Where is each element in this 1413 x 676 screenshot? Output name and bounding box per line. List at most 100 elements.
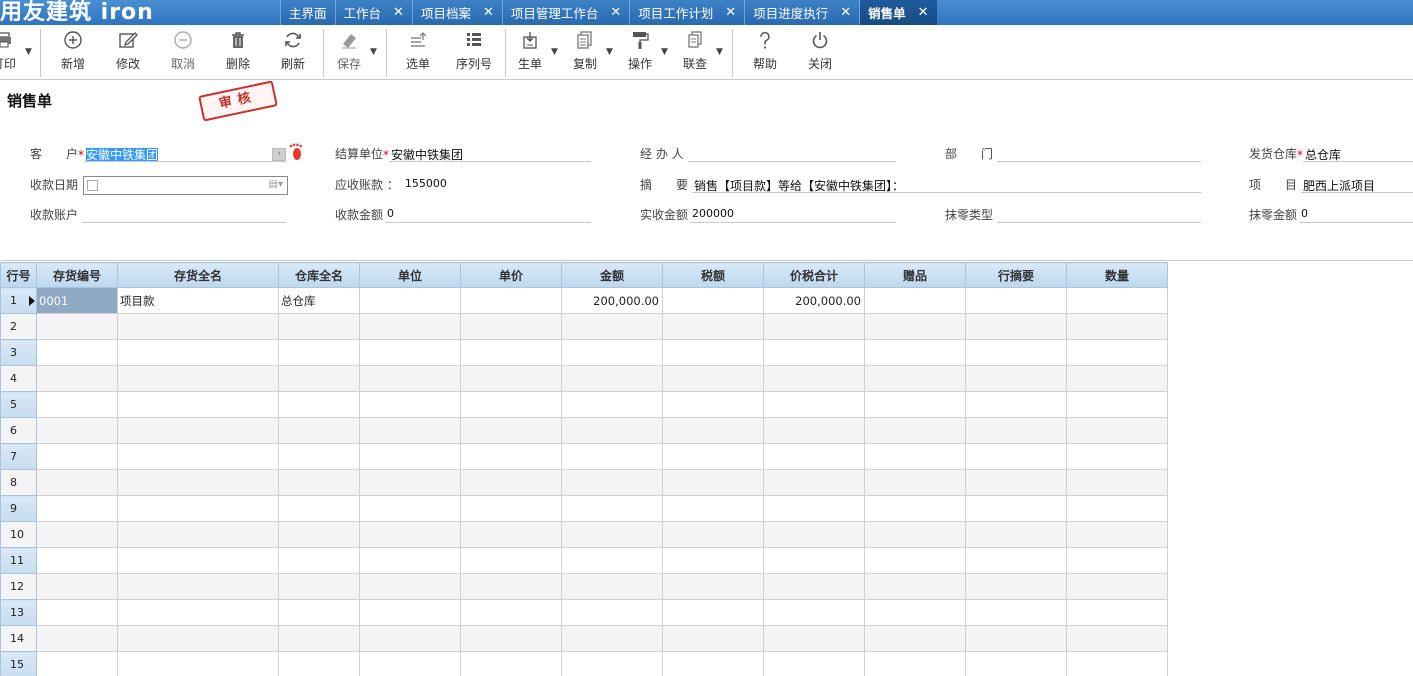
table-row[interactable]: 13 [0, 599, 1168, 626]
tab-1[interactable]: 工作台 ✕ [334, 0, 412, 25]
table-row[interactable]: 11 [0, 547, 1168, 574]
copy-button[interactable]: 复制 [567, 25, 603, 80]
serial-number-button[interactable]: 序列号 [452, 25, 496, 80]
cancel-button[interactable]: 取消 [165, 25, 201, 80]
grid-cell[interactable] [561, 573, 663, 600]
handler-field[interactable]: 经 办 人 [640, 144, 896, 162]
grid-cell[interactable] [359, 495, 461, 522]
grid-cell[interactable] [561, 651, 663, 676]
grid-cell[interactable] [662, 625, 764, 652]
generate-order-button[interactable]: 生单 [512, 25, 548, 80]
grid-cell[interactable] [460, 443, 562, 470]
grid-cell[interactable]: 200,000.00 [561, 287, 663, 314]
grid-cell[interactable] [662, 313, 764, 340]
lookup-icon[interactable]: › [272, 148, 286, 161]
table-row[interactable]: 15 [0, 651, 1168, 676]
grid-cell[interactable] [278, 495, 360, 522]
column-header[interactable]: 税额 [662, 262, 764, 288]
grid-cell[interactable] [763, 443, 865, 470]
grid-cell[interactable] [36, 573, 118, 600]
grid-cell[interactable] [359, 443, 461, 470]
tab-4[interactable]: 项目工作计划 ✕ [629, 0, 745, 25]
handler-input[interactable] [687, 146, 896, 162]
grid-cell[interactable] [662, 651, 764, 676]
grid-cell[interactable] [965, 365, 1067, 392]
grid-cell[interactable] [460, 469, 562, 496]
grid-cell[interactable] [561, 313, 663, 340]
warehouse-field[interactable]: 发货仓库 * 总仓库 [1249, 144, 1413, 162]
grid-cell[interactable] [965, 391, 1067, 418]
grid-cell[interactable] [662, 391, 764, 418]
column-header[interactable]: 单位 [359, 262, 461, 288]
grid-cell[interactable] [864, 339, 966, 366]
grid-cell[interactable] [1066, 287, 1168, 314]
grid-cell[interactable] [763, 547, 865, 574]
grid-cell[interactable] [864, 521, 966, 548]
grid-cell[interactable] [662, 287, 764, 314]
grid-cell[interactable] [117, 573, 279, 600]
grid-cell[interactable] [117, 469, 279, 496]
grid-cell[interactable] [278, 443, 360, 470]
close-button[interactable]: 关闭 [802, 25, 838, 80]
tab-5[interactable]: 项目进度执行 ✕ [744, 0, 860, 25]
grid-cell[interactable] [1066, 391, 1168, 418]
grid-cell[interactable] [278, 339, 360, 366]
grid-cell[interactable] [763, 365, 865, 392]
grid-cell[interactable]: 0001 [36, 287, 118, 314]
grid-cell[interactable] [965, 573, 1067, 600]
grid-cell[interactable] [278, 313, 360, 340]
column-header[interactable]: 存货编号 [36, 262, 118, 288]
grid-cell[interactable] [460, 495, 562, 522]
grid-cell[interactable] [763, 625, 865, 652]
column-header[interactable]: 单价 [460, 262, 562, 288]
warehouse-input[interactable]: 总仓库 [1303, 146, 1413, 162]
grid-cell[interactable] [359, 417, 461, 444]
edit-button[interactable]: 修改 [110, 25, 146, 80]
grid-cell[interactable] [460, 417, 562, 444]
table-row[interactable]: 2 [0, 313, 1168, 340]
grid-cell[interactable] [561, 443, 663, 470]
grid-cell[interactable] [965, 313, 1067, 340]
grid-cell[interactable] [460, 365, 562, 392]
column-header[interactable]: 行号 [0, 262, 37, 288]
grid-cell[interactable] [561, 391, 663, 418]
summary-input[interactable]: 销售【项目款】等给【安徽中铁集团】： [692, 177, 1201, 193]
grid-cell[interactable] [359, 625, 461, 652]
grid-cell[interactable] [359, 391, 461, 418]
grid-cell[interactable] [278, 417, 360, 444]
grid-cell[interactable] [662, 469, 764, 496]
grid-cell[interactable] [1066, 313, 1168, 340]
grid-cell[interactable] [864, 651, 966, 676]
settle-unit-input[interactable]: 安徽中铁集团 [389, 146, 591, 162]
grid-cell[interactable] [278, 651, 360, 676]
date-checkbox[interactable] [87, 180, 98, 191]
table-row[interactable]: 4 [0, 365, 1168, 392]
tab-close-icon[interactable]: ✕ [483, 5, 494, 20]
grid-cell[interactable] [1066, 521, 1168, 548]
column-header[interactable]: 存货全名 [117, 262, 279, 288]
grid-cell[interactable] [359, 287, 461, 314]
grid-cell[interactable] [864, 313, 966, 340]
grid-cell[interactable] [36, 651, 118, 676]
grid-cell[interactable] [763, 495, 865, 522]
grid-cell[interactable] [1066, 469, 1168, 496]
grid-cell[interactable] [864, 391, 966, 418]
grid-cell[interactable] [864, 625, 966, 652]
grid-cell[interactable] [561, 469, 663, 496]
grid-cell[interactable] [460, 313, 562, 340]
grid-cell[interactable] [561, 625, 663, 652]
copy-dropdown-icon[interactable]: ▼ [606, 47, 613, 57]
grid-cell[interactable] [1066, 339, 1168, 366]
footprint-icon[interactable] [288, 143, 304, 161]
grid-cell[interactable] [864, 599, 966, 626]
grid-cell[interactable] [36, 521, 118, 548]
grid-cell[interactable] [561, 417, 663, 444]
grid-cell[interactable] [460, 547, 562, 574]
grid-cell[interactable] [864, 443, 966, 470]
tab-2[interactable]: 项目档案 ✕ [411, 0, 502, 25]
print-button[interactable]: 打印 [0, 25, 24, 80]
grid-cell[interactable] [1066, 573, 1168, 600]
grid-cell[interactable] [278, 521, 360, 548]
grid-cell[interactable] [359, 573, 461, 600]
grid-cell[interactable] [359, 521, 461, 548]
